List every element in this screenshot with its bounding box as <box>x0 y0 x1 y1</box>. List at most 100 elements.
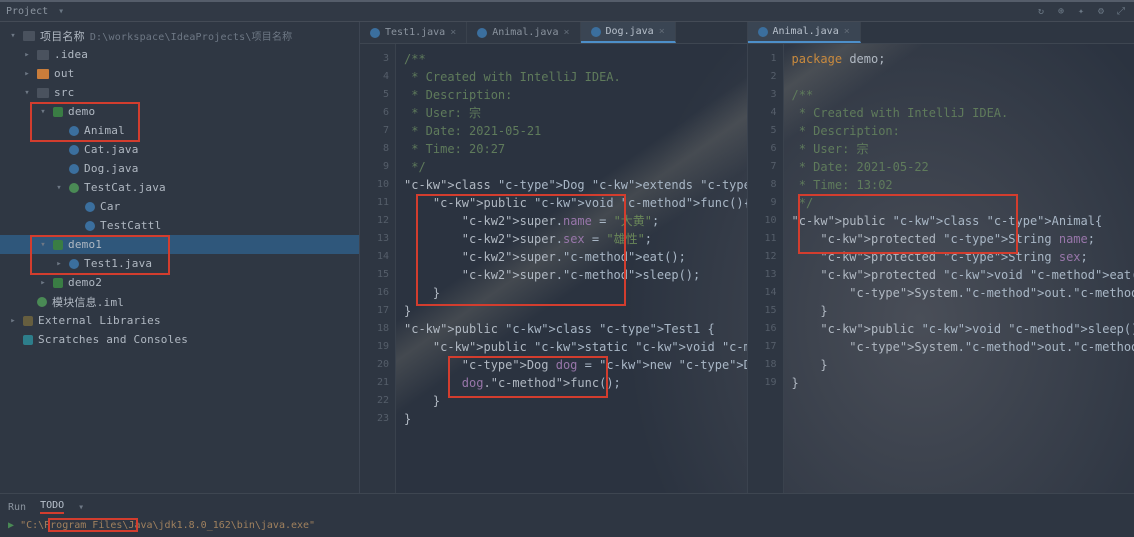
code-left[interactable]: /** * Created with IntelliJ IDEA. * Desc… <box>396 44 747 493</box>
class-icon <box>477 28 487 38</box>
todo-tab[interactable]: TODO <box>40 500 64 514</box>
line-number: 19 <box>748 374 783 392</box>
tree-item-scratches[interactable]: Scratches and Consoles <box>0 330 359 349</box>
code-line[interactable]: * Description: <box>404 86 747 104</box>
code-line[interactable]: "c-type">System."c-method">out."c-method… <box>792 338 1134 356</box>
code-line[interactable]: * User: 宗 <box>404 104 747 122</box>
tree-item-testcatjava[interactable]: ▾ TestCat.java <box>0 178 359 197</box>
code-line[interactable]: "c-kw2">super.name = "大黄"; <box>404 212 747 230</box>
code-line[interactable]: * Created with IntelliJ IDEA. <box>792 104 1134 122</box>
caret-icon[interactable]: ▸ <box>54 259 64 269</box>
code-line[interactable]: "c-kw2">super."c-method">eat(); <box>404 248 747 266</box>
tab-animal[interactable]: Animal.java × <box>467 22 580 43</box>
run-tool-window: Run TODO ▾ ▶ "C:\Program Files\Java\jdk1… <box>0 493 1134 537</box>
code-line[interactable]: "c-kw">public "c-kw">class "c-type">Anim… <box>792 212 1134 230</box>
code-line[interactable]: "c-kw">protected "c-type">String sex; <box>792 248 1134 266</box>
code-line[interactable]: "c-kw">public "c-kw">void "c-method">fun… <box>404 194 747 212</box>
code-line[interactable]: * Created with IntelliJ IDEA. <box>404 68 747 86</box>
code-line[interactable]: "c-kw">protected "c-type">String name; <box>792 230 1134 248</box>
tree-item-pkg-demo2[interactable]: ▸ demo2 <box>0 273 359 292</box>
close-icon[interactable]: × <box>659 26 665 37</box>
tree-item-car[interactable]: Car <box>0 197 359 216</box>
project-tool-label[interactable]: Project <box>6 6 48 17</box>
caret-icon[interactable]: ▸ <box>22 69 32 79</box>
code-line[interactable]: } <box>404 410 747 428</box>
code-line[interactable]: */ <box>404 158 747 176</box>
code-line[interactable]: } <box>404 392 747 410</box>
project-tree[interactable]: ▾ 项目名称 D:\workspace\IdeaProjects\项目名称 ▸ … <box>0 22 360 493</box>
code-line[interactable]: "c-kw">public "c-kw">class "c-type">Test… <box>404 320 747 338</box>
code-line[interactable]: } <box>792 374 1134 392</box>
code-line[interactable]: "c-kw">public "c-kw">static "c-kw">void … <box>404 338 747 356</box>
caret-icon[interactable]: ▾ <box>22 88 32 98</box>
code-line[interactable]: } <box>792 302 1134 320</box>
code-line[interactable]: /** <box>792 86 1134 104</box>
run-tab[interactable]: Run <box>8 502 26 513</box>
code-line[interactable]: } <box>404 302 747 320</box>
line-number: 6 <box>748 140 783 158</box>
code-line[interactable]: * Date: 2021-05-22 <box>792 158 1134 176</box>
code-line[interactable]: * Time: 20:27 <box>404 140 747 158</box>
tree-item-pkg-demo[interactable]: ▾ demo <box>0 102 359 121</box>
line-number: 16 <box>360 284 395 302</box>
tree-item-animal[interactable]: Animal <box>0 121 359 140</box>
tab-animal-right[interactable]: Animal.java × <box>748 22 861 43</box>
line-number: 16 <box>748 320 783 338</box>
tab-test1[interactable]: Test1.java × <box>360 22 467 43</box>
caret-icon[interactable]: ▾ <box>38 107 48 117</box>
chevron-down-icon[interactable]: ▾ <box>54 5 68 19</box>
code-line[interactable]: "c-kw">class "c-type">Dog "c-kw">extends… <box>404 176 747 194</box>
code-line[interactable]: * Time: 13:02 <box>792 176 1134 194</box>
code-line[interactable]: * User: 宗 <box>792 140 1134 158</box>
collapse-icon[interactable]: ⤢ <box>1114 5 1128 19</box>
caret-icon[interactable]: ▸ <box>8 316 18 326</box>
line-number: 19 <box>360 338 395 356</box>
tree-item-catjava[interactable]: Cat.java <box>0 140 359 159</box>
class-icon <box>69 164 79 174</box>
close-icon[interactable]: × <box>450 27 456 38</box>
code-line[interactable]: * Description: <box>792 122 1134 140</box>
gear-icon[interactable]: ⚙ <box>1094 5 1108 19</box>
tree-root[interactable]: ▾ 项目名称 D:\workspace\IdeaProjects\项目名称 <box>0 26 359 45</box>
code-line[interactable]: /** <box>404 50 747 68</box>
code-right[interactable]: package demo; /** * Created with Intelli… <box>784 44 1134 493</box>
caret-icon[interactable]: ▾ <box>38 240 48 250</box>
code-line[interactable]: "c-kw">protected "c-kw">void "c-method">… <box>792 266 1134 284</box>
run-chevron-icon[interactable]: ▾ <box>78 502 84 513</box>
tree-item-src[interactable]: ▾ src <box>0 83 359 102</box>
tree-item-out[interactable]: ▸ out <box>0 64 359 83</box>
tab-dog[interactable]: Dog.java × <box>581 22 676 43</box>
code-line[interactable]: package demo; <box>792 50 1134 68</box>
target-icon[interactable]: ⊕ <box>1054 5 1068 19</box>
code-line[interactable]: */ <box>792 194 1134 212</box>
tree-item-test1java[interactable]: ▸ Test1.java <box>0 254 359 273</box>
code-line[interactable]: * Date: 2021-05-21 <box>404 122 747 140</box>
code-line[interactable]: "c-type">Dog dog = "c-kw">new "c-type">D… <box>404 356 747 374</box>
tree-label: 模块信息.iml <box>52 294 124 310</box>
tree-item-pkg-demo1[interactable]: ▾ demo1 <box>0 235 359 254</box>
project-icon <box>23 31 35 41</box>
line-number: 15 <box>748 302 783 320</box>
code-line[interactable]: } <box>792 356 1134 374</box>
caret-icon[interactable]: ▸ <box>38 278 48 288</box>
tree-item-idea[interactable]: ▸ .idea <box>0 45 359 64</box>
close-icon[interactable]: × <box>844 26 850 37</box>
caret-icon[interactable]: ▸ <box>22 50 32 60</box>
crosshair-icon[interactable]: ✦ <box>1074 5 1088 19</box>
code-line[interactable]: "c-kw2">super."c-method">sleep(); <box>404 266 747 284</box>
sync-icon[interactable]: ↻ <box>1034 5 1048 19</box>
code-line[interactable]: dog."c-method">func(); <box>404 374 747 392</box>
code-line[interactable]: "c-kw">public "c-kw">void "c-method">sle… <box>792 320 1134 338</box>
tree-item-testcattl[interactable]: TestCattl <box>0 216 359 235</box>
code-line[interactable]: "c-kw2">super.sex = "雄性"; <box>404 230 747 248</box>
caret-icon[interactable]: ▾ <box>8 31 18 41</box>
code-line[interactable]: "c-type">System."c-method">out."c-method… <box>792 284 1134 302</box>
code-line[interactable]: } <box>404 284 747 302</box>
caret-icon[interactable]: ▾ <box>54 183 64 193</box>
close-icon[interactable]: × <box>563 27 569 38</box>
tree-item-dogjava[interactable]: Dog.java <box>0 159 359 178</box>
tree-item-external-libs[interactable]: ▸ External Libraries <box>0 311 359 330</box>
tree-item-iml[interactable]: 模块信息.iml <box>0 292 359 311</box>
line-number: 6 <box>360 104 395 122</box>
line-number: 13 <box>360 230 395 248</box>
